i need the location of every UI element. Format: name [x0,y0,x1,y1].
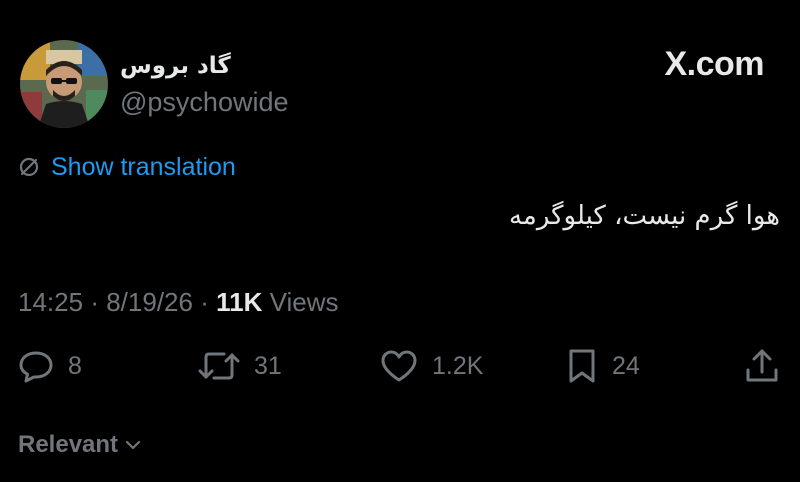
translate-icon [19,157,39,177]
tweet-time[interactable]: 14:25 [18,287,83,317]
show-translation-label: Show translation [51,152,236,181]
like-count: 1.2K [432,351,484,380]
like-button[interactable]: 1.2K [380,346,483,386]
like-icon [381,350,417,382]
meta-separator: · [200,287,209,317]
views-link[interactable]: 11K Views [216,287,338,317]
tweet-date[interactable]: 8/19/26 [106,287,193,317]
tweet-meta: 14:25 · 8/19/26 · 11K Views [18,284,339,320]
share-icon [746,349,778,382]
avatar[interactable] [20,40,108,128]
replies-sort-label: Relevant [18,431,119,458]
reply-count: 8 [68,351,82,380]
repost-count: 31 [254,351,282,380]
bookmark-count: 24 [612,351,640,380]
author-handle[interactable]: @psychowide [120,86,289,118]
repost-button[interactable]: 31 [198,346,282,386]
views-count: 11K [216,287,263,317]
chevron-down-icon [125,440,141,450]
views-label: Views [269,287,339,317]
share-button[interactable] [744,346,780,386]
tweet-text: هوا گرم نیست، کیلوگرمه [508,201,780,231]
meta-separator: · [90,287,99,317]
avatar-image [20,40,108,128]
bookmark-icon [569,349,595,383]
reply-button[interactable]: 8 [18,346,82,386]
bookmark-button[interactable]: 24 [566,346,640,386]
author-display-name[interactable]: گاد بروس [120,50,231,82]
brand-watermark: X.com [664,45,764,83]
show-translation-button[interactable]: Show translation [18,150,236,184]
repost-icon [198,352,240,380]
replies-sort-dropdown[interactable]: Relevant [18,428,142,462]
reply-icon [19,351,53,383]
